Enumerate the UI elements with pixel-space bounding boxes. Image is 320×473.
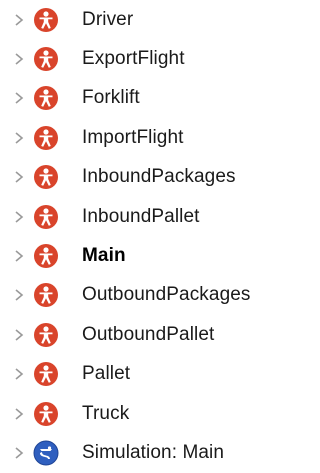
- tree-item-main[interactable]: Main: [0, 236, 310, 275]
- tree-item-label: Forklift: [82, 87, 140, 109]
- tree-item-label: InboundPackages: [82, 166, 236, 188]
- tree-item-outboundpackages[interactable]: OutboundPackages: [0, 276, 310, 315]
- agent-icon: [33, 401, 59, 427]
- chevron-right-icon[interactable]: [14, 91, 24, 105]
- tree-item-label: ExportFlight: [82, 48, 185, 70]
- tree-item-inboundpallet[interactable]: InboundPallet: [0, 197, 310, 236]
- tree-item-exportflight[interactable]: ExportFlight: [0, 39, 310, 78]
- chevron-right-icon[interactable]: [14, 249, 24, 263]
- tree-item-label: OutboundPackages: [82, 284, 251, 306]
- tree-item-inboundpackages[interactable]: InboundPackages: [0, 158, 310, 197]
- agent-icon: [33, 243, 59, 269]
- project-tree: Driver ExportFlight Forklift ImportFligh…: [0, 0, 310, 473]
- agent-icon: [33, 322, 59, 348]
- simulation-experiment-icon: [33, 440, 59, 466]
- agent-icon: [33, 361, 59, 387]
- tree-item-label: ImportFlight: [82, 126, 184, 148]
- tree-item-simulation-main[interactable]: Simulation: Main: [0, 433, 310, 472]
- tree-item-label: Main: [82, 245, 126, 267]
- agent-icon: [33, 125, 59, 151]
- tree-item-forklift[interactable]: Forklift: [0, 79, 310, 118]
- chevron-right-icon[interactable]: [14, 288, 24, 302]
- chevron-right-icon[interactable]: [14, 210, 24, 224]
- chevron-right-icon[interactable]: [14, 52, 24, 66]
- tree-item-pallet[interactable]: Pallet: [0, 355, 310, 394]
- chevron-right-icon[interactable]: [14, 367, 24, 381]
- chevron-right-icon[interactable]: [14, 131, 24, 145]
- tree-item-outboundpallet[interactable]: OutboundPallet: [0, 315, 310, 354]
- tree-item-label: Simulation: Main: [82, 441, 225, 463]
- tree-item-label: Pallet: [82, 363, 131, 385]
- agent-icon: [33, 46, 59, 72]
- tree-item-driver[interactable]: Driver: [0, 0, 310, 39]
- tree-item-label: InboundPallet: [82, 205, 200, 227]
- chevron-right-icon[interactable]: [14, 407, 24, 421]
- tree-item-importflight[interactable]: ImportFlight: [0, 118, 310, 157]
- tree-item-label: Truck: [82, 402, 130, 424]
- tree-item-label: OutboundPallet: [82, 323, 215, 345]
- chevron-right-icon[interactable]: [14, 170, 24, 184]
- chevron-right-icon[interactable]: [14, 13, 24, 27]
- chevron-right-icon[interactable]: [14, 328, 24, 342]
- agent-icon: [33, 85, 59, 111]
- chevron-right-icon[interactable]: [14, 446, 24, 460]
- tree-item-truck[interactable]: Truck: [0, 394, 310, 433]
- agent-icon: [33, 204, 59, 230]
- agent-icon: [33, 164, 59, 190]
- tree-item-label: Driver: [82, 8, 134, 30]
- agent-icon: [33, 282, 59, 308]
- agent-icon: [33, 7, 59, 33]
